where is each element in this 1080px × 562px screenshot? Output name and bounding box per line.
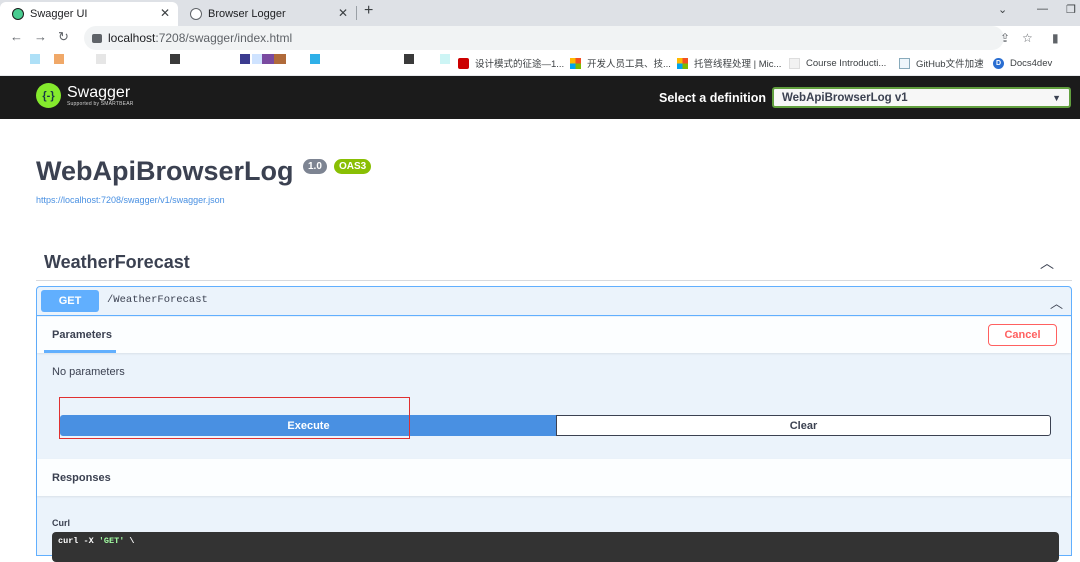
chevron-down-icon: ▼ (1052, 92, 1061, 103)
oas-badge: OAS3 (334, 159, 372, 174)
browser-tab-bar: Swagger UI ✕ Browser Logger ✕ + ⌄ — ❐ (0, 0, 1080, 26)
bookmark-item[interactable]: Course Introducti... (789, 56, 886, 70)
method-badge: GET (41, 290, 99, 312)
close-icon[interactable]: ✕ (160, 6, 170, 20)
tab-label: Swagger UI (30, 8, 88, 20)
course-icon (789, 57, 800, 69)
curl-code-block[interactable]: curl -X 'GET' \ (52, 532, 1059, 562)
curl-label: Curl (52, 518, 70, 528)
page-title: WebApiBrowserLog (36, 156, 294, 186)
globe-icon (190, 8, 202, 20)
share-icon[interactable]: ⇪ (1000, 31, 1010, 45)
bookmark-item[interactable]: GitHub文件加速 (899, 56, 984, 70)
bookmark-label: 托管线程处理 | Mic... (694, 59, 782, 70)
tab-label: Browser Logger (208, 8, 286, 20)
bookmark-item[interactable]: 开发人员工具、技... (570, 56, 671, 70)
blurred-bookmark (404, 54, 414, 64)
lock-icon (92, 33, 102, 43)
url-input[interactable]: localhost:7208/swagger/index.html (84, 26, 1004, 50)
tab-divider (356, 6, 357, 20)
star-icon[interactable]: ☆ (1022, 31, 1033, 45)
bookmarks-bar: 设计模式的征途—1... 开发人员工具、技... 托管线程处理 | Mic...… (0, 50, 1080, 76)
forward-icon[interactable]: → (34, 29, 47, 44)
logo-subtitle: Supported by SMARTBEAR (67, 101, 134, 107)
swagger-favicon-icon (12, 8, 24, 20)
bookmark-label: 开发人员工具、技... (587, 59, 671, 70)
chevron-down-icon[interactable]: ⌄ (998, 3, 1007, 16)
github-accel-icon (899, 57, 910, 69)
definition-select[interactable]: WebApiBrowserLog v1 ▼ (772, 87, 1071, 108)
docs4dev-icon: D (993, 57, 1004, 69)
swagger-logo[interactable]: {-} Swagger Supported by SMARTBEAR (36, 83, 134, 108)
blurred-bookmark (170, 54, 180, 64)
responses-header: Responses (37, 459, 1071, 496)
tab-underline (44, 350, 116, 353)
bookmark-item[interactable]: 托管线程处理 | Mic... (677, 56, 781, 70)
blurred-bookmark (240, 54, 250, 64)
new-tab-icon[interactable]: + (364, 2, 373, 20)
bookmark-label: GitHub文件加速 (916, 59, 984, 70)
bookmark-label: Docs4dev (1010, 57, 1053, 69)
logo-name: Swagger (67, 84, 131, 101)
blurred-bookmark (310, 54, 320, 64)
bookmark-item[interactable]: D Docs4dev (993, 56, 1052, 70)
microsoft-icon (677, 57, 688, 69)
url-path: :7208/swagger/index.html (155, 31, 293, 45)
address-bar-row: ← → ↻ localhost:7208/swagger/index.html … (0, 26, 1080, 50)
curl-command: curl -X (58, 536, 99, 546)
definition-value: WebApiBrowserLog v1 (782, 91, 908, 104)
reload-icon[interactable]: ↻ (58, 29, 69, 45)
blurred-bookmark (262, 54, 274, 64)
chevron-up-icon[interactable]: ︿ (1050, 293, 1063, 312)
clear-button[interactable]: Clear (556, 415, 1051, 436)
blurred-bookmark (96, 54, 106, 64)
microsoft-icon (570, 57, 581, 69)
operation-summary[interactable]: GET /WeatherForecast ︿ (37, 287, 1071, 316)
operation-path: /WeatherForecast (107, 294, 208, 306)
restore-icon[interactable]: ❐ (1066, 3, 1076, 16)
blurred-bookmark (440, 54, 450, 64)
select-definition-label: Select a definition (659, 91, 766, 105)
divider (36, 280, 1072, 281)
tab-swagger-ui[interactable]: Swagger UI ✕ (0, 2, 178, 26)
back-icon[interactable]: ← (10, 29, 23, 44)
blurred-bookmark (30, 54, 40, 64)
curl-method-string: 'GET' (98, 536, 125, 546)
no-parameters-text: No parameters (52, 366, 125, 378)
sidebar-icon[interactable]: ▮ (1052, 31, 1059, 45)
tab-browser-logger[interactable]: Browser Logger ✕ (178, 2, 356, 26)
version-badge: 1.0 (303, 159, 327, 174)
swagger-json-link[interactable]: https://localhost:7208/swagger/v1/swagge… (36, 195, 225, 205)
parameters-header: Parameters Cancel (37, 317, 1071, 353)
minimize-icon[interactable]: — (1037, 3, 1048, 15)
operation-block: GET /WeatherForecast ︿ Parameters Cancel… (36, 286, 1072, 562)
url-host: localhost (108, 31, 156, 45)
bookmark-item[interactable]: 设计模式的征途—1... (458, 56, 564, 70)
swagger-topbar: {-} Swagger Supported by SMARTBEAR Selec… (0, 76, 1080, 119)
bookmark-label: Course Introducti... (806, 57, 887, 69)
responses-title: Responses (52, 472, 111, 484)
bookmark-label: 设计模式的征途—1... (475, 59, 565, 70)
cancel-button[interactable]: Cancel (988, 324, 1057, 346)
chevron-up-icon[interactable]: ︿ (1040, 253, 1054, 273)
curl-line-continuation: \ (124, 536, 135, 546)
tag-title[interactable]: WeatherForecast (44, 252, 190, 273)
blurred-bookmark (274, 54, 286, 64)
bookmark-icon (458, 57, 469, 69)
blurred-bookmark (252, 54, 262, 64)
parameters-tab[interactable]: Parameters (52, 329, 112, 341)
blurred-bookmark (54, 54, 64, 64)
swagger-logo-icon: {-} (36, 83, 61, 108)
close-icon[interactable]: ✕ (338, 6, 348, 20)
highlight-box (59, 397, 410, 439)
